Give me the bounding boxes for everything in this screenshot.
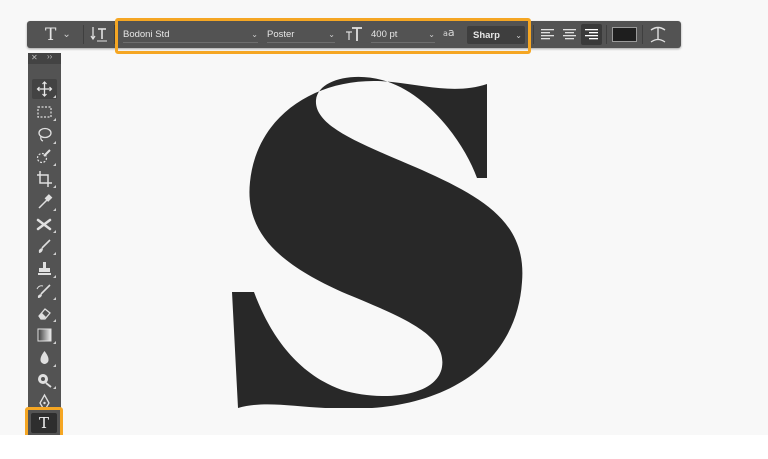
spot-healing-tool-icon[interactable] bbox=[32, 214, 57, 234]
page-bottom-strip bbox=[0, 435, 768, 459]
align-right-button[interactable] bbox=[581, 24, 602, 45]
chevron-down-icon: ⌄ bbox=[62, 29, 71, 40]
align-left-icon bbox=[541, 29, 554, 40]
type-tool-icon: T bbox=[45, 24, 57, 45]
collapse-icon[interactable]: ›› bbox=[47, 52, 52, 61]
crop-tool-icon[interactable] bbox=[32, 169, 57, 189]
panel-header: ✕ ›› bbox=[28, 52, 61, 64]
align-center-button[interactable] bbox=[559, 24, 580, 45]
align-left-button[interactable] bbox=[537, 24, 558, 45]
warp-text-icon[interactable] bbox=[648, 24, 668, 45]
dodge-tool-icon[interactable] bbox=[32, 370, 57, 390]
options-highlight bbox=[115, 18, 531, 54]
divider bbox=[533, 25, 534, 44]
blur-tool-icon[interactable] bbox=[32, 348, 57, 368]
history-brush-tool-icon[interactable] bbox=[32, 281, 57, 301]
text-color-swatch[interactable] bbox=[612, 27, 637, 42]
close-icon[interactable]: ✕ bbox=[31, 53, 38, 62]
divider bbox=[642, 25, 643, 44]
tool-preset-picker[interactable]: T ⌄ bbox=[35, 21, 75, 48]
divider bbox=[606, 25, 607, 44]
eyedropper-tool-icon[interactable] bbox=[32, 192, 57, 212]
quick-selection-tool-icon[interactable] bbox=[32, 147, 57, 167]
align-center-icon bbox=[563, 29, 576, 40]
toggle-text-orientation-icon[interactable] bbox=[90, 24, 108, 44]
align-right-icon bbox=[585, 29, 598, 40]
divider bbox=[83, 25, 84, 44]
tools-panel: ✕ ›› bbox=[28, 52, 61, 435]
marquee-tool-icon[interactable] bbox=[32, 102, 57, 122]
lasso-tool-icon[interactable] bbox=[32, 125, 57, 145]
move-tool-icon[interactable] bbox=[32, 79, 57, 99]
canvas-letter-s bbox=[232, 77, 523, 408]
gradient-tool-icon[interactable] bbox=[32, 325, 57, 345]
brush-tool-icon[interactable] bbox=[32, 236, 57, 256]
clone-stamp-tool-icon[interactable] bbox=[32, 259, 57, 279]
type-tool-icon[interactable]: T bbox=[31, 413, 57, 433]
eraser-tool-icon[interactable] bbox=[32, 303, 57, 323]
